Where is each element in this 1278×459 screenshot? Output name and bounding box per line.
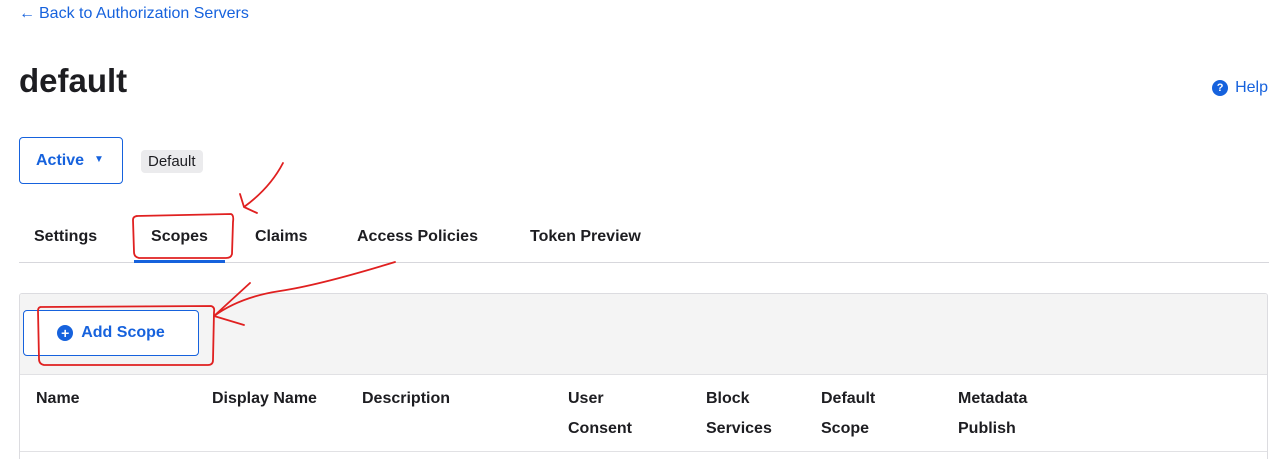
status-dropdown[interactable]: Active ▼: [19, 137, 123, 184]
scopes-table-header: Name Display Name Description User Conse…: [20, 375, 1267, 452]
caret-down-icon: ▼: [94, 154, 104, 165]
tab-bar: Settings Scopes Claims Access Policies T…: [19, 212, 1269, 263]
back-link-label: Back to Authorization Servers: [39, 5, 249, 22]
authorization-server-page: ← Back to Authorization Servers default …: [0, 0, 1278, 459]
tab-access-policies[interactable]: Access Policies: [357, 212, 478, 262]
scopes-toolbar: + Add Scope: [20, 294, 1267, 375]
add-scope-label: Add Scope: [81, 324, 165, 341]
scopes-panel: + Add Scope Name Display Name Descriptio…: [19, 293, 1268, 459]
page-title: default: [19, 62, 128, 99]
column-header-user-consent[interactable]: User Consent: [568, 384, 632, 444]
default-badge: Default: [141, 150, 203, 173]
column-header-block-services[interactable]: Block Services: [706, 384, 772, 444]
tab-scopes[interactable]: Scopes: [134, 212, 225, 263]
column-header-description[interactable]: Description: [362, 384, 450, 414]
add-scope-button[interactable]: + Add Scope: [23, 310, 199, 356]
back-link[interactable]: ← Back to Authorization Servers: [19, 5, 249, 23]
help-link[interactable]: ? Help: [1212, 79, 1268, 97]
plus-circle-icon: +: [57, 325, 74, 341]
tab-claims[interactable]: Claims: [255, 212, 307, 262]
column-header-name[interactable]: Name: [36, 384, 80, 414]
help-label: Help: [1235, 79, 1268, 96]
column-header-display-name[interactable]: Display Name: [212, 384, 317, 414]
tab-token-preview[interactable]: Token Preview: [530, 212, 641, 262]
annotation-arrow-to-scopes-tab: [239, 162, 284, 214]
column-header-metadata-publish[interactable]: Metadata Publish: [958, 384, 1027, 444]
status-dropdown-value: Active: [36, 151, 85, 169]
column-header-default-scope[interactable]: Default Scope: [821, 384, 875, 444]
question-circle-icon: ?: [1212, 80, 1229, 96]
tab-settings[interactable]: Settings: [34, 212, 97, 262]
arrow-left-icon: ←: [19, 5, 35, 22]
